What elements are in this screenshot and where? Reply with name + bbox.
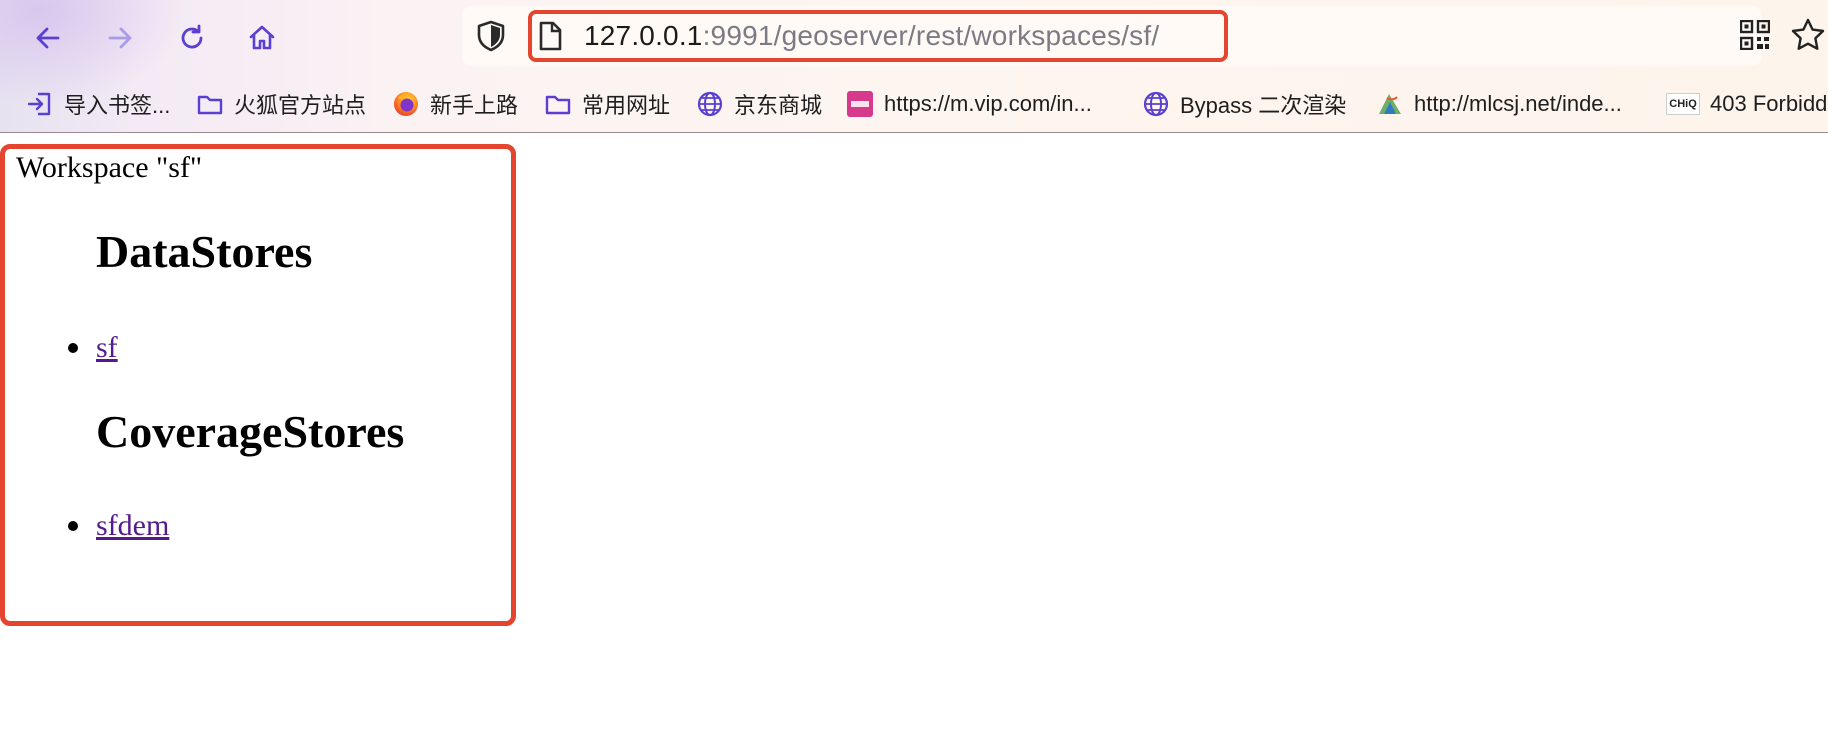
bookmark-getting-started[interactable]: 新手上路 xyxy=(392,84,518,124)
shield-icon[interactable] xyxy=(474,19,508,53)
globe-icon xyxy=(1143,91,1169,117)
bookmark-mlcsj[interactable]: http://mlcsj.net/inde... xyxy=(1376,84,1622,124)
bookmark-bypass[interactable]: Bypass 二次渲染 xyxy=(1142,84,1346,124)
list-item: sfdem xyxy=(68,508,169,544)
datastore-link-sf[interactable]: sf xyxy=(96,330,118,366)
bookmark-label: http://mlcsj.net/inde... xyxy=(1414,91,1622,116)
bookmark-label: 新手上路 xyxy=(430,93,519,118)
site-icon xyxy=(1379,94,1401,114)
firefox-icon xyxy=(394,92,418,116)
home-button[interactable] xyxy=(242,18,282,58)
bookmark-403[interactable]: CHiQ 403 Forbidd xyxy=(1666,84,1827,124)
qr-code-icon[interactable] xyxy=(1740,20,1770,50)
reload-icon xyxy=(181,24,203,49)
coveragestore-link-sfdem[interactable]: sfdem xyxy=(96,508,169,544)
bookmark-firefox-official[interactable]: 火狐官方站点 xyxy=(196,84,366,124)
globe-icon xyxy=(697,91,723,117)
bookmark-label: https://m.vip.com/in... xyxy=(884,91,1092,116)
url-highlight-box xyxy=(528,10,1228,62)
bookmark-label: 403 Forbidd xyxy=(1710,91,1828,116)
bookmark-import[interactable]: 导入书签... xyxy=(26,84,170,124)
bookmark-label: Bypass 二次渲染 xyxy=(1180,93,1347,118)
bookmarks-toolbar: 导入书签... 火狐官方站点 新手上路 常用网址 京东商城 https://m.… xyxy=(0,84,1828,124)
datastores-heading: DataStores xyxy=(96,226,313,277)
bookmark-common-sites[interactable]: 常用网址 xyxy=(544,84,670,124)
back-button[interactable] xyxy=(28,18,68,58)
workspace-title: Workspace "sf" xyxy=(16,151,203,184)
bullet-icon xyxy=(68,521,78,531)
coveragestores-heading: CoverageStores xyxy=(96,406,405,457)
content-highlight-box xyxy=(0,144,516,626)
back-arrow-icon xyxy=(36,27,60,49)
browser-toolbar: 127.0.0.1:9991/geoserver/rest/workspaces… xyxy=(0,0,1828,133)
import-icon xyxy=(27,92,51,116)
vip-icon xyxy=(847,91,873,117)
folder-icon xyxy=(545,95,571,115)
bookmark-label: 火狐官方站点 xyxy=(234,93,367,118)
bookmark-vip[interactable]: https://m.vip.com/in... xyxy=(846,84,1092,124)
bullet-icon xyxy=(68,343,78,353)
list-item: sf xyxy=(68,330,118,366)
bookmark-star-icon[interactable] xyxy=(1790,17,1826,53)
bookmark-label: 京东商城 xyxy=(734,93,823,118)
chiq-icon: CHiQ xyxy=(1666,90,1700,118)
folder-icon xyxy=(197,95,223,115)
forward-button[interactable] xyxy=(100,18,140,58)
bookmark-jd[interactable]: 京东商城 xyxy=(696,84,822,124)
bookmark-label: 常用网址 xyxy=(582,93,671,118)
chiq-icon-text: CHiQ xyxy=(1666,93,1700,115)
reload-button[interactable] xyxy=(172,18,212,58)
home-icon xyxy=(249,25,275,50)
bookmark-label: 导入书签... xyxy=(64,93,171,118)
forward-arrow-icon xyxy=(108,27,132,49)
